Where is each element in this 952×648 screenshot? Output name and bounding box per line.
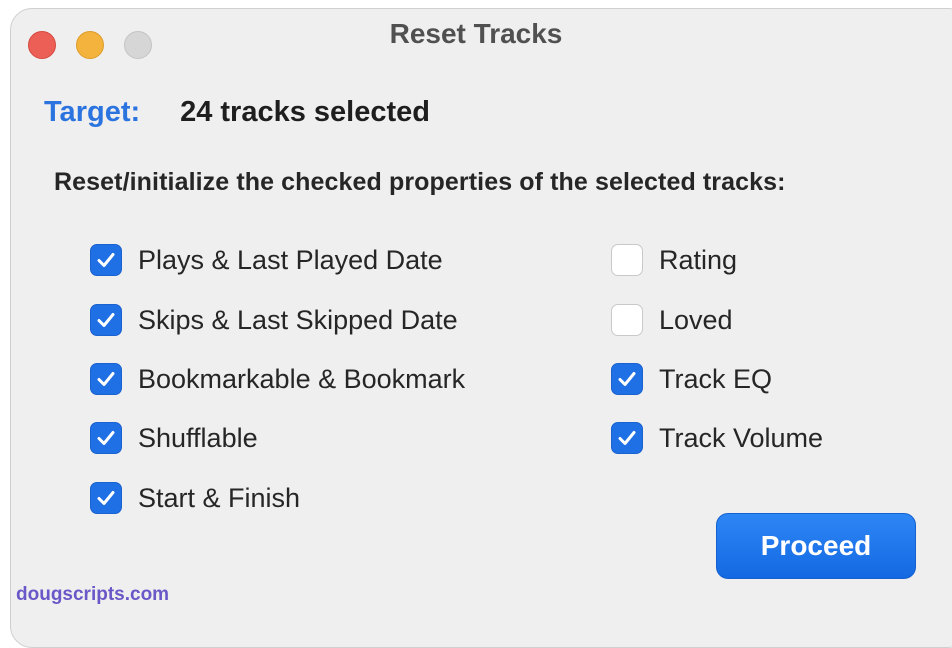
- checkmark-icon: [97, 372, 115, 386]
- checkbox-loved[interactable]: Loved: [611, 304, 733, 336]
- checkbox-bookmarkable-bookmark[interactable]: Bookmarkable & Bookmark: [90, 363, 465, 395]
- checkbox-plays-last-played[interactable]: Plays & Last Played Date: [90, 244, 443, 276]
- instruction-text: Reset/initialize the checked properties …: [54, 168, 786, 196]
- checkbox-start-finish[interactable]: Start & Finish: [90, 482, 300, 514]
- checkmark-icon: [97, 313, 115, 327]
- checkbox-track-eq[interactable]: Track EQ: [611, 363, 772, 395]
- checkbox-box[interactable]: [90, 482, 122, 514]
- checkbox-box[interactable]: [90, 422, 122, 454]
- dougscripts-link[interactable]: dougscripts.com: [16, 584, 169, 606]
- checkbox-box[interactable]: [611, 363, 643, 395]
- checkbox-track-volume[interactable]: Track Volume: [611, 422, 823, 454]
- checkmark-icon: [97, 491, 115, 505]
- target-label: Target:: [44, 96, 141, 128]
- checkbox-label: Track EQ: [659, 363, 773, 394]
- checkmark-icon: [97, 253, 115, 267]
- checkmark-icon: [618, 431, 636, 445]
- checkbox-label: Track Volume: [659, 422, 824, 453]
- checkbox-box[interactable]: [611, 244, 643, 276]
- checkbox-label: Rating: [659, 244, 738, 275]
- checkbox-box[interactable]: [90, 304, 122, 336]
- checkmark-icon: [97, 431, 115, 445]
- checkmark-icon: [618, 372, 636, 386]
- checkbox-skips-last-skipped[interactable]: Skips & Last Skipped Date: [90, 304, 458, 336]
- checkbox-label: Skips & Last Skipped Date: [138, 304, 458, 335]
- checkbox-label: Loved: [659, 304, 733, 335]
- checkbox-label: Bookmarkable & Bookmark: [138, 363, 466, 394]
- proceed-button[interactable]: Proceed: [716, 513, 916, 579]
- checkbox-box[interactable]: [90, 244, 122, 276]
- checkbox-rating[interactable]: Rating: [611, 244, 737, 276]
- checkbox-box[interactable]: [611, 304, 643, 336]
- checkbox-label: Shufflable: [138, 422, 258, 453]
- checkbox-box[interactable]: [611, 422, 643, 454]
- target-value: 24 tracks selected: [180, 96, 430, 128]
- target-row: Target: 24 tracks selected: [44, 96, 430, 129]
- checkbox-box[interactable]: [90, 363, 122, 395]
- checkbox-label: Plays & Last Played Date: [138, 244, 443, 275]
- window-title: Reset Tracks: [389, 18, 563, 49]
- checkbox-label: Start & Finish: [138, 482, 301, 513]
- checkbox-shufflable[interactable]: Shufflable: [90, 422, 258, 454]
